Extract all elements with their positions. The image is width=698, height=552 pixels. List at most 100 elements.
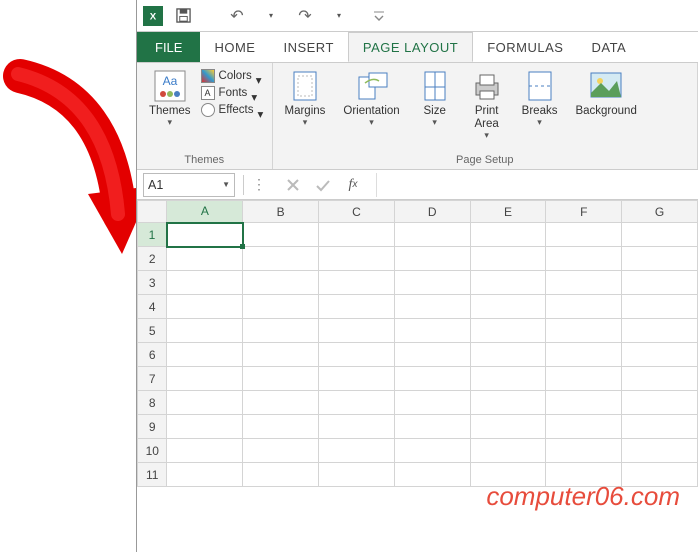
- cancel-formula-button[interactable]: [284, 176, 302, 194]
- size-button[interactable]: Size ▾: [414, 67, 456, 130]
- cell[interactable]: [319, 391, 395, 415]
- cell[interactable]: [546, 343, 622, 367]
- cell[interactable]: [470, 247, 546, 271]
- cell[interactable]: [470, 367, 546, 391]
- cell[interactable]: [167, 319, 243, 343]
- tab-formulas[interactable]: FORMULAS: [473, 32, 577, 62]
- insert-function-button[interactable]: fx: [344, 176, 362, 194]
- print-area-button[interactable]: Print Area ▾: [466, 67, 508, 143]
- cell[interactable]: [319, 247, 395, 271]
- colors-button[interactable]: Colors ▾: [201, 69, 264, 83]
- column-header[interactable]: F: [546, 201, 622, 223]
- cell[interactable]: [319, 343, 395, 367]
- row-header[interactable]: 11: [138, 463, 167, 487]
- cell[interactable]: [167, 343, 243, 367]
- cell[interactable]: [167, 367, 243, 391]
- cell[interactable]: [622, 415, 698, 439]
- file-tab[interactable]: FILE: [137, 32, 200, 62]
- cell[interactable]: [470, 391, 546, 415]
- cell[interactable]: [394, 223, 470, 247]
- row-header[interactable]: 3: [138, 271, 167, 295]
- column-header[interactable]: G: [622, 201, 698, 223]
- qat-customize-dropdown[interactable]: [369, 6, 389, 26]
- save-icon[interactable]: [173, 6, 193, 26]
- cell[interactable]: [622, 391, 698, 415]
- cell[interactable]: [546, 415, 622, 439]
- cell[interactable]: [622, 439, 698, 463]
- column-header[interactable]: E: [470, 201, 546, 223]
- cell[interactable]: [470, 415, 546, 439]
- cell[interactable]: [394, 439, 470, 463]
- row-header[interactable]: 7: [138, 367, 167, 391]
- cell[interactable]: [394, 343, 470, 367]
- redo-dropdown[interactable]: ▾: [329, 6, 349, 26]
- row-header[interactable]: 4: [138, 295, 167, 319]
- row-header[interactable]: 10: [138, 439, 167, 463]
- cell[interactable]: [243, 247, 319, 271]
- cell[interactable]: [546, 439, 622, 463]
- cell[interactable]: [394, 391, 470, 415]
- cell[interactable]: [243, 319, 319, 343]
- redo-button[interactable]: ↷: [295, 6, 315, 26]
- column-header[interactable]: D: [394, 201, 470, 223]
- cell[interactable]: [243, 439, 319, 463]
- row-header[interactable]: 9: [138, 415, 167, 439]
- column-header[interactable]: C: [319, 201, 395, 223]
- row-header[interactable]: 8: [138, 391, 167, 415]
- effects-button[interactable]: Effects ▾: [201, 103, 264, 117]
- cell[interactable]: [546, 367, 622, 391]
- cell[interactable]: [394, 271, 470, 295]
- cell[interactable]: [622, 367, 698, 391]
- cell[interactable]: [319, 463, 395, 487]
- cell[interactable]: [167, 295, 243, 319]
- cell[interactable]: [319, 439, 395, 463]
- margins-button[interactable]: Margins ▾: [281, 67, 330, 130]
- cell[interactable]: [622, 223, 698, 247]
- row-header[interactable]: 2: [138, 247, 167, 271]
- cell[interactable]: [394, 415, 470, 439]
- tab-page-layout[interactable]: PAGE LAYOUT: [348, 32, 473, 62]
- cell[interactable]: [622, 271, 698, 295]
- cell[interactable]: [319, 271, 395, 295]
- cell[interactable]: [243, 271, 319, 295]
- cell[interactable]: [546, 247, 622, 271]
- cell[interactable]: [622, 319, 698, 343]
- cell[interactable]: [394, 319, 470, 343]
- select-all-corner[interactable]: [138, 201, 167, 223]
- cell[interactable]: [319, 367, 395, 391]
- cell[interactable]: [546, 319, 622, 343]
- cell[interactable]: [470, 319, 546, 343]
- undo-button[interactable]: ↶: [227, 6, 247, 26]
- cell[interactable]: [622, 295, 698, 319]
- themes-button[interactable]: Aa Themes ▾: [145, 67, 195, 130]
- tab-home[interactable]: HOME: [200, 32, 269, 62]
- row-header[interactable]: 6: [138, 343, 167, 367]
- cell[interactable]: [243, 391, 319, 415]
- tab-insert[interactable]: INSERT: [269, 32, 347, 62]
- cell[interactable]: [167, 391, 243, 415]
- tab-data[interactable]: DATA: [577, 32, 640, 62]
- cell[interactable]: [243, 223, 319, 247]
- cell[interactable]: [622, 343, 698, 367]
- orientation-button[interactable]: Orientation ▾: [339, 67, 403, 130]
- background-button[interactable]: Background: [571, 67, 640, 119]
- cell[interactable]: [167, 463, 243, 487]
- enter-formula-button[interactable]: [314, 176, 332, 194]
- column-header[interactable]: A: [167, 201, 243, 223]
- cell[interactable]: [622, 247, 698, 271]
- cell[interactable]: [394, 367, 470, 391]
- cell[interactable]: [394, 295, 470, 319]
- cell[interactable]: [319, 319, 395, 343]
- cell[interactable]: [546, 391, 622, 415]
- cell[interactable]: [243, 415, 319, 439]
- cell[interactable]: [167, 415, 243, 439]
- cell[interactable]: [167, 247, 243, 271]
- cell[interactable]: [470, 295, 546, 319]
- row-header[interactable]: 1: [138, 223, 167, 247]
- cell[interactable]: [470, 223, 546, 247]
- cell[interactable]: [546, 271, 622, 295]
- undo-dropdown[interactable]: ▾: [261, 6, 281, 26]
- cell[interactable]: [394, 247, 470, 271]
- cell[interactable]: [319, 223, 395, 247]
- row-header[interactable]: 5: [138, 319, 167, 343]
